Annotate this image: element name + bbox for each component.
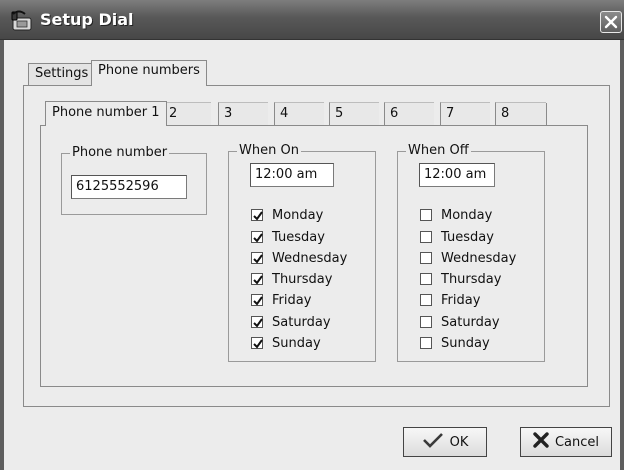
checkbox-label: Monday (441, 207, 493, 223)
tab-label: 5 (335, 106, 344, 121)
when-off-sunday-checkbox[interactable]: Sunday (420, 334, 490, 352)
ok-button[interactable]: OK (403, 427, 487, 457)
when-on-friday-checkbox[interactable]: Friday (251, 291, 311, 309)
tab-phone-number-1[interactable]: Phone number 1 (45, 101, 167, 126)
checkbox-box (251, 273, 263, 285)
when-on-monday-checkbox[interactable]: Monday (251, 206, 323, 224)
checkbox-label: Saturday (441, 314, 500, 330)
checkbox-box (420, 273, 432, 285)
checkbox-box (420, 337, 432, 349)
button-label: OK (449, 434, 469, 450)
checkbox-label: Sunday (272, 335, 321, 351)
tab-label: Phone numbers (98, 63, 200, 78)
when-off-time-input[interactable]: 12:00 am (419, 163, 495, 187)
checkbox-box (420, 252, 432, 264)
checkbox-label: Thursday (272, 271, 333, 287)
tab-phone-number-6[interactable]: 6 (384, 102, 434, 126)
checkbox-label: Monday (272, 207, 324, 223)
tab-label: 8 (501, 106, 510, 121)
when-on-time-input[interactable]: 12:00 am (250, 163, 334, 187)
checkbox-box (251, 316, 263, 328)
checkmark-icon (422, 432, 450, 452)
when-on-thursday-checkbox[interactable]: Thursday (251, 270, 332, 288)
group-legend: Phone number (70, 145, 170, 160)
tab-phone-numbers[interactable]: Phone numbers (91, 60, 207, 86)
when-off-wednesday-checkbox[interactable]: Wednesday (420, 249, 516, 267)
input-value: 6125552596 (76, 179, 159, 194)
tab-label: Phone number 1 (52, 105, 160, 120)
when-off-monday-checkbox[interactable]: Monday (420, 206, 492, 224)
window-title: Setup Dial (40, 10, 134, 29)
close-button[interactable] (600, 11, 622, 33)
checkbox-box (420, 294, 432, 306)
tab-phone-number-2[interactable]: 2 (163, 102, 211, 126)
tab-phone-number-8[interactable]: 8 (495, 102, 546, 126)
when-on-tuesday-checkbox[interactable]: Tuesday (251, 228, 325, 246)
phone-icon (11, 10, 35, 32)
when-off-tuesday-checkbox[interactable]: Tuesday (420, 228, 494, 246)
tab-phone-number-7[interactable]: 7 (440, 102, 490, 126)
window-frame-right (620, 40, 624, 470)
tab-phone-number-3[interactable]: 3 (218, 102, 268, 126)
input-value: 12:00 am (255, 167, 318, 182)
input-value: 12:00 am (424, 167, 487, 182)
tab-label: 4 (280, 106, 289, 121)
checkbox-label: Sunday (441, 335, 490, 351)
tab-phone-number-4[interactable]: 4 (274, 102, 324, 126)
tab-label: 7 (446, 106, 455, 121)
tab-label: 2 (169, 106, 178, 121)
button-label: Cancel (554, 434, 600, 450)
checkbox-label: Friday (272, 292, 312, 308)
cancel-x-icon (533, 432, 555, 452)
checkbox-box (251, 209, 263, 221)
checkbox-label: Tuesday (272, 229, 325, 245)
cancel-button[interactable]: Cancel (520, 427, 612, 457)
checkbox-box (251, 337, 263, 349)
tab-label: 6 (390, 106, 399, 121)
group-legend: When On (237, 143, 301, 158)
when-off-friday-checkbox[interactable]: Friday (420, 291, 480, 309)
tab-label: 3 (224, 106, 233, 121)
tab-label: Settings (35, 66, 89, 81)
checkbox-label: Wednesday (272, 250, 348, 266)
checkbox-label: Saturday (272, 314, 331, 330)
tab-phone-number-5[interactable]: 5 (329, 102, 379, 126)
checkbox-box (420, 316, 432, 328)
when-on-saturday-checkbox[interactable]: Saturday (251, 313, 331, 331)
checkbox-box (251, 231, 263, 243)
title-bar[interactable]: Setup Dial (0, 0, 624, 40)
checkbox-box (420, 209, 432, 221)
tab-strip-end (546, 103, 547, 125)
checkbox-label: Tuesday (441, 229, 494, 245)
checkbox-label: Wednesday (441, 250, 517, 266)
when-on-sunday-checkbox[interactable]: Sunday (251, 334, 321, 352)
when-off-saturday-checkbox[interactable]: Saturday (420, 313, 500, 331)
checkbox-label: Thursday (441, 271, 502, 287)
checkbox-label: Friday (441, 292, 481, 308)
phone-number-input[interactable]: 6125552596 (71, 175, 187, 199)
tab-settings[interactable]: Settings (28, 63, 96, 87)
when-off-thursday-checkbox[interactable]: Thursday (420, 270, 501, 288)
checkbox-box (251, 294, 263, 306)
group-legend: When Off (406, 143, 471, 158)
when-on-wednesday-checkbox[interactable]: Wednesday (251, 249, 347, 267)
checkbox-box (420, 231, 432, 243)
checkbox-box (251, 252, 263, 264)
